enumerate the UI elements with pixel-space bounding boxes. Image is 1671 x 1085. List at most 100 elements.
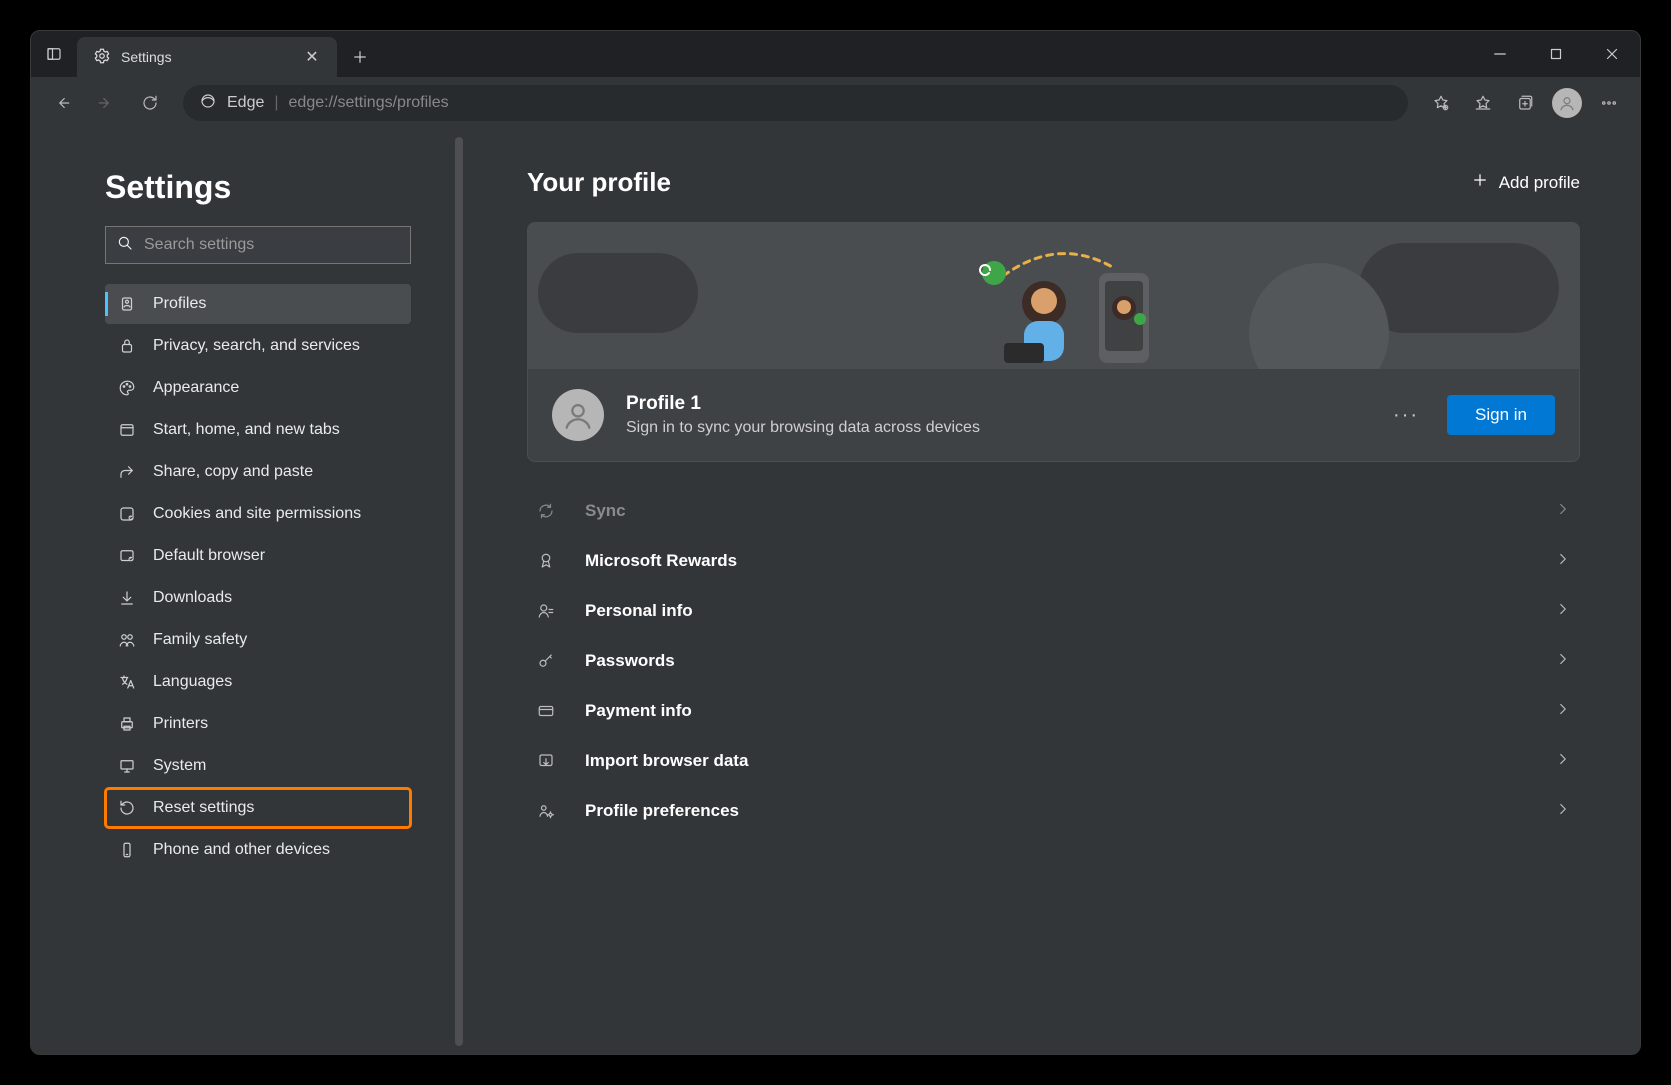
- printer-icon: [117, 714, 137, 734]
- chevron-right-icon: [1554, 500, 1572, 523]
- sidebar-item-label: Default browser: [153, 547, 265, 565]
- add-profile-label: Add profile: [1499, 173, 1580, 193]
- back-button[interactable]: [43, 85, 81, 121]
- setting-label: Sync: [585, 501, 1526, 521]
- setting-rewards[interactable]: Microsoft Rewards: [527, 536, 1580, 586]
- chevron-right-icon: [1554, 650, 1572, 673]
- sidebar-item-label: Start, home, and new tabs: [153, 421, 340, 439]
- setting-import[interactable]: Import browser data: [527, 736, 1580, 786]
- profile-icon: [117, 294, 137, 314]
- close-tab-button[interactable]: ✕: [299, 44, 325, 70]
- share-icon: [117, 462, 137, 482]
- chevron-right-icon: [1554, 700, 1572, 723]
- sidebar-item-label: Profiles: [153, 295, 206, 313]
- favorites-button[interactable]: [1464, 85, 1502, 121]
- tab-actions-button[interactable]: [31, 31, 77, 77]
- chevron-right-icon: [1554, 800, 1572, 823]
- sidebar-item-label: System: [153, 757, 206, 775]
- chevron-right-icon: [1554, 600, 1572, 623]
- profile-desc: Sign in to sync your browsing data acros…: [626, 419, 1365, 437]
- close-window-button[interactable]: [1584, 31, 1640, 77]
- maximize-button[interactable]: [1528, 31, 1584, 77]
- tab-title: Settings: [121, 49, 172, 65]
- sidebar-item-languages[interactable]: Languages: [105, 662, 411, 702]
- sidebar-item-family[interactable]: Family safety: [105, 620, 411, 660]
- profile-illustration: [528, 223, 1579, 369]
- sidebar-item-appearance[interactable]: Appearance: [105, 368, 411, 408]
- signin-button[interactable]: Sign in: [1447, 395, 1555, 435]
- new-tab-button[interactable]: [343, 40, 377, 74]
- sidebar-item-profiles[interactable]: Profiles: [105, 284, 411, 324]
- sidebar-item-downloads[interactable]: Downloads: [105, 578, 411, 618]
- add-profile-button[interactable]: Add profile: [1471, 171, 1580, 194]
- address-separator: |: [274, 94, 278, 112]
- sidebar-item-label: Cookies and site permissions: [153, 505, 361, 523]
- refresh-button[interactable]: [131, 85, 169, 121]
- sidebar-item-label: Privacy, search, and services: [153, 337, 360, 355]
- lock-icon: [117, 336, 137, 356]
- sidebar-item-label: Appearance: [153, 379, 239, 397]
- sidebar-item-label: Share, copy and paste: [153, 463, 313, 481]
- add-favorite-button[interactable]: [1422, 85, 1460, 121]
- sidebar-item-label: Phone and other devices: [153, 841, 330, 859]
- prefs-icon: [535, 802, 557, 820]
- sidebar-item-label: Reset settings: [153, 799, 254, 817]
- sidebar-item-phone[interactable]: Phone and other devices: [105, 830, 411, 870]
- setting-label: Personal info: [585, 601, 1526, 621]
- browser-tab[interactable]: Settings ✕: [77, 37, 337, 77]
- sidebar-item-system[interactable]: System: [105, 746, 411, 786]
- minimize-button[interactable]: [1472, 31, 1528, 77]
- setting-passwords[interactable]: Passwords: [527, 636, 1580, 686]
- setting-personal-info[interactable]: Personal info: [527, 586, 1580, 636]
- import-icon: [535, 752, 557, 770]
- setting-label: Microsoft Rewards: [585, 551, 1526, 571]
- sidebar-item-start[interactable]: Start, home, and new tabs: [105, 410, 411, 450]
- family-icon: [117, 630, 137, 650]
- phone-icon: [117, 840, 137, 860]
- sidebar-item-share[interactable]: Share, copy and paste: [105, 452, 411, 492]
- setting-sync: Sync: [527, 486, 1580, 536]
- app-menu-button[interactable]: [1590, 85, 1628, 121]
- person-icon: [535, 602, 557, 620]
- profile-button[interactable]: [1548, 85, 1586, 121]
- plus-icon: [1471, 171, 1489, 194]
- address-url: edge://settings/profiles: [289, 94, 449, 112]
- language-icon: [117, 672, 137, 692]
- search-settings-field[interactable]: [105, 226, 411, 264]
- settings-heading: Settings: [105, 169, 411, 206]
- chevron-right-icon: [1554, 750, 1572, 773]
- gear-icon: [93, 47, 111, 68]
- setting-label: Payment info: [585, 701, 1526, 721]
- setting-label: Import browser data: [585, 751, 1526, 771]
- collections-button[interactable]: [1506, 85, 1544, 121]
- sidebar-item-label: Printers: [153, 715, 208, 733]
- search-icon: [116, 234, 134, 257]
- sidebar-scrollbar[interactable]: [455, 137, 463, 1046]
- setting-label: Profile preferences: [585, 801, 1526, 821]
- sidebar-item-label: Languages: [153, 673, 232, 691]
- sidebar-item-reset[interactable]: Reset settings: [105, 788, 411, 828]
- profile-avatar-icon: [552, 389, 604, 441]
- setting-profile-prefs[interactable]: Profile preferences: [527, 786, 1580, 836]
- browser-icon: [117, 546, 137, 566]
- edge-icon: [199, 92, 217, 115]
- download-icon: [117, 588, 137, 608]
- sync-icon: [535, 502, 557, 520]
- sidebar-item-cookies[interactable]: Cookies and site permissions: [105, 494, 411, 534]
- search-input[interactable]: [144, 236, 400, 254]
- sidebar-item-label: Family safety: [153, 631, 247, 649]
- address-bar[interactable]: Edge | edge://settings/profiles: [183, 85, 1408, 121]
- setting-payment[interactable]: Payment info: [527, 686, 1580, 736]
- sidebar-item-default-browser[interactable]: Default browser: [105, 536, 411, 576]
- profile-more-button[interactable]: ···: [1387, 404, 1425, 427]
- sidebar-item-label: Downloads: [153, 589, 232, 607]
- profile-card: Profile 1 Sign in to sync your browsing …: [527, 222, 1580, 462]
- cookie-icon: [117, 504, 137, 524]
- system-icon: [117, 756, 137, 776]
- sidebar-item-printers[interactable]: Printers: [105, 704, 411, 744]
- setting-label: Passwords: [585, 651, 1526, 671]
- forward-button[interactable]: [87, 85, 125, 121]
- avatar-icon: [1552, 88, 1582, 118]
- window-icon: [117, 420, 137, 440]
- sidebar-item-privacy[interactable]: Privacy, search, and services: [105, 326, 411, 366]
